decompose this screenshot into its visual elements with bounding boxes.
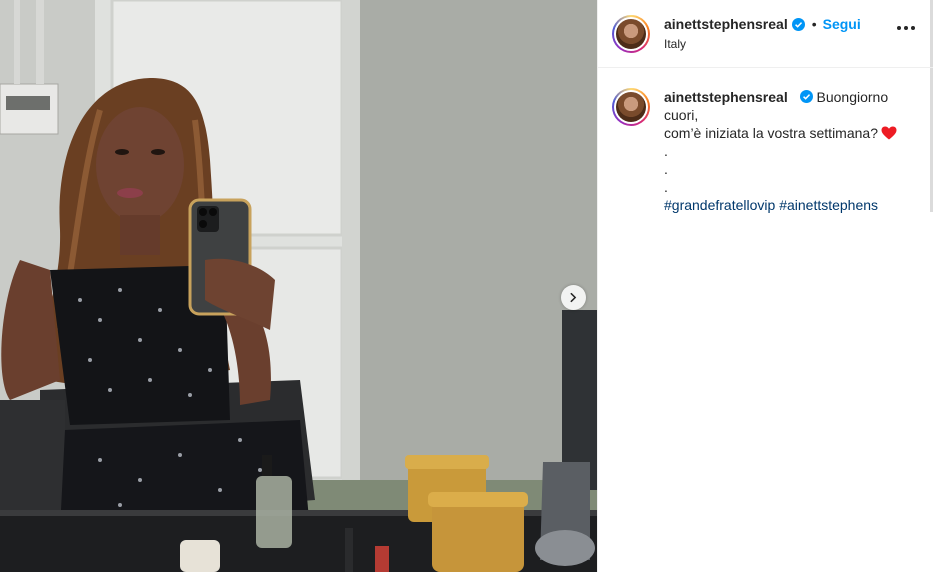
avatar-border	[614, 90, 648, 124]
caption-line-2: com’è iniziata la vostra settimana?	[664, 124, 914, 142]
caption-dot: .	[664, 179, 668, 195]
more-options-icon[interactable]	[897, 26, 915, 30]
header-text: ainettstephensreal • Segui Italy	[664, 16, 861, 51]
selfie-photo	[0, 0, 597, 572]
avatar-image	[616, 18, 646, 49]
next-photo-button[interactable]	[561, 285, 586, 310]
post-caption: ainettstephensreal Buongiorno cuori, com…	[598, 68, 933, 214]
avatar-border	[614, 16, 648, 51]
caption-dot: .	[664, 161, 668, 177]
separator-dot: •	[811, 16, 817, 32]
follow-button[interactable]: Segui	[823, 16, 861, 32]
header-top-row: ainettstephensreal • Segui	[664, 16, 861, 32]
caption-username[interactable]: ainettstephensreal	[664, 89, 788, 105]
location-link[interactable]: Italy	[664, 37, 861, 51]
caption-avatar[interactable]	[612, 88, 650, 126]
caption-dot: .	[664, 143, 668, 159]
red-heart-emoji	[881, 126, 897, 140]
verified-badge-icon	[791, 17, 805, 31]
caption-line-2-text: com’è iniziata la vostra settimana?	[664, 125, 878, 141]
verified-badge-icon	[799, 90, 813, 103]
hashtag-link[interactable]: #ainettstephens	[779, 197, 878, 213]
username-link[interactable]: ainettstephensreal	[664, 16, 788, 32]
post-photo[interactable]	[0, 0, 597, 572]
more-dot	[904, 26, 908, 30]
avatar[interactable]	[612, 14, 650, 53]
more-dot	[897, 26, 901, 30]
caption-hashtags: #grandefratellovip #ainettstephens	[664, 196, 914, 214]
avatar-image	[616, 92, 646, 122]
post-header: ainettstephensreal • Segui Italy	[598, 0, 933, 68]
more-dot	[911, 26, 915, 30]
caption-text: ainettstephensreal Buongiorno cuori, com…	[664, 88, 914, 214]
chevron-right-icon	[570, 292, 577, 303]
post-side-panel: ainettstephensreal • Segui Italy ainetts…	[597, 0, 933, 572]
hashtag-link[interactable]: #grandefratellovip	[664, 197, 775, 213]
